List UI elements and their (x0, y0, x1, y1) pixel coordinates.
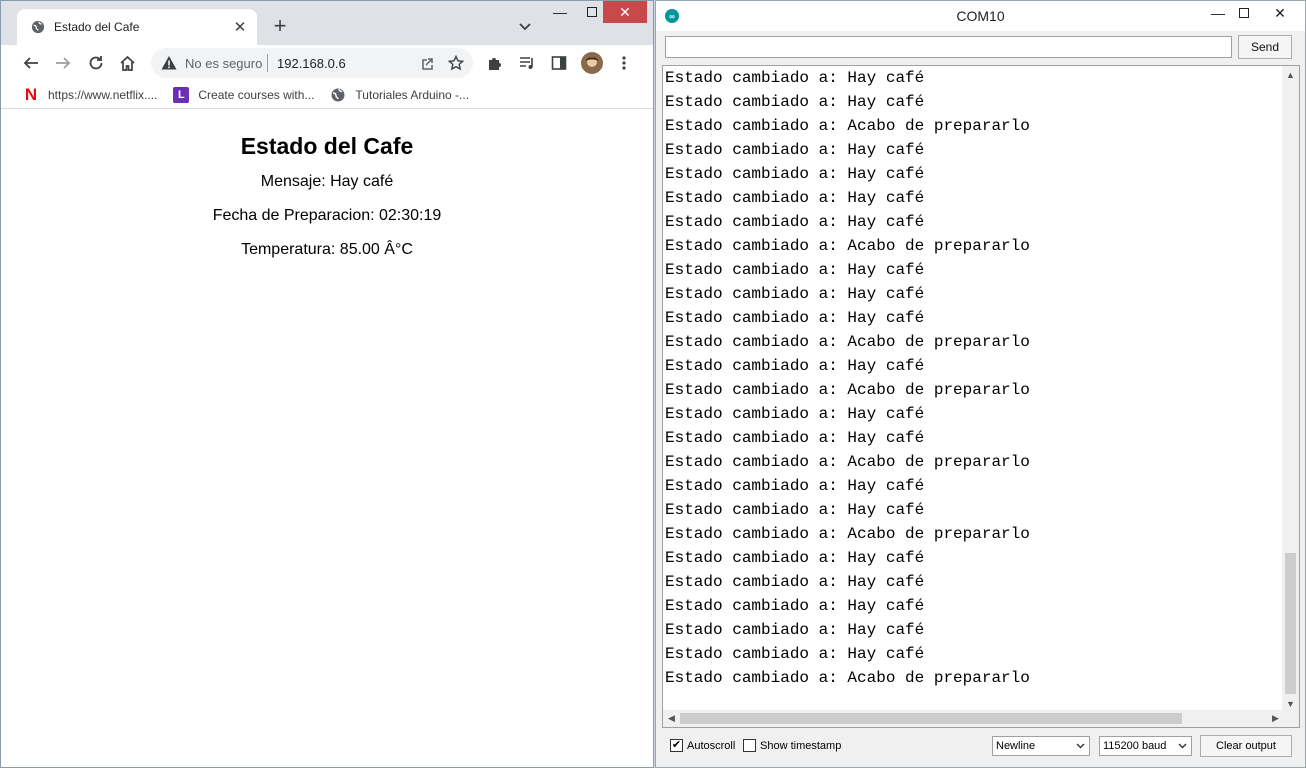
serial-line: Estado cambiado a: Hay café (665, 429, 925, 447)
browser-window: Estado del Cafe ✕ + — ✕ No es seguro 192… (0, 0, 654, 768)
reload-icon[interactable] (84, 51, 108, 75)
line-ending-select[interactable]: Newline (992, 736, 1090, 756)
serial-line: Estado cambiado a: Acabo de prepararlo (665, 525, 1030, 543)
serial-line: Estado cambiado a: Acabo de prepararlo (665, 333, 1030, 351)
chevron-down-icon (1177, 740, 1187, 752)
url-text[interactable]: 192.168.0.6 (277, 56, 417, 71)
serial-line: Estado cambiado a: Hay café (665, 405, 925, 423)
baud-rate-value: 115200 baud (1103, 740, 1167, 752)
scroll-left-arrow-icon[interactable]: ◀ (663, 710, 680, 727)
autoscroll-label: Autoscroll (687, 739, 736, 752)
tab-search-chevron-icon[interactable] (513, 15, 537, 39)
media-queue-icon[interactable] (515, 51, 539, 75)
serial-output-lines: Estado cambiado a: Hay café Estado cambia… (665, 66, 1030, 690)
serial-line: Estado cambiado a: Acabo de prepararlo (665, 381, 1030, 399)
serial-line: Estado cambiado a: Hay café (665, 549, 925, 567)
send-button[interactable]: Send (1238, 35, 1292, 59)
serial-line: Estado cambiado a: Hay café (665, 309, 925, 327)
checkbox-box[interactable]: ✔ (670, 739, 683, 752)
serial-line: Estado cambiado a: Acabo de prepararlo (665, 117, 1030, 135)
globe-icon (31, 20, 45, 34)
bookmark-star-icon[interactable] (445, 52, 467, 74)
tab-close-icon[interactable]: ✕ (229, 16, 251, 38)
side-panel-icon[interactable] (547, 51, 571, 75)
serial-line: Estado cambiado a: Hay café (665, 597, 925, 615)
serial-monitor-window: ∞ COM10 — ✕ Send Estado cambiado a: Hay … (655, 0, 1306, 768)
baud-rate-select[interactable]: 115200 baud (1099, 736, 1192, 756)
page-content: Estado del Cafe Mensaje: Hay café Fecha … (1, 110, 653, 767)
serial-line: Estado cambiado a: Hay café (665, 645, 925, 663)
send-bar: Send (656, 31, 1305, 65)
new-tab-button[interactable]: + (267, 13, 293, 39)
serial-line: Estado cambiado a: Hay café (665, 69, 925, 87)
tab-strip: Estado del Cafe ✕ + — ✕ (1, 1, 653, 45)
show-timestamp-label: Show timestamp (760, 739, 842, 752)
temperature-text: Temperatura: 85.00 Â°C (241, 241, 413, 258)
serial-line: Estado cambiado a: Hay café (665, 93, 925, 111)
scrollbar-corner (1282, 710, 1299, 727)
serial-line: Estado cambiado a: Hay café (665, 213, 925, 231)
serial-line: Estado cambiado a: Acabo de prepararlo (665, 237, 1030, 255)
bookmark-label: Tutoriales Arduino -... (355, 87, 470, 102)
preparation-date-text: Fecha de Preparacion: 02:30:19 (212, 207, 442, 224)
bookmarks-bar: N https://www.netflix.... L Create cours… (1, 81, 653, 109)
address-bar[interactable]: No es seguro 192.168.0.6 (151, 48, 473, 78)
chevron-down-icon (1075, 740, 1085, 752)
vertical-scrollbar[interactable]: ▲ ▼ (1282, 66, 1299, 712)
serial-line: Estado cambiado a: Hay café (665, 357, 925, 375)
profile-avatar[interactable] (580, 51, 604, 75)
show-timestamp-checkbox[interactable]: Show timestamp (743, 739, 841, 752)
line-ending-value: Newline (996, 740, 1036, 752)
serial-footer: ✔ Autoscroll Show timestamp Newline 1152… (656, 729, 1305, 767)
back-arrow-icon[interactable] (19, 51, 43, 75)
serial-line: Estado cambiado a: Hay café (665, 477, 925, 495)
browser-tab[interactable]: Estado del Cafe ✕ (17, 9, 257, 45)
extensions-puzzle-icon[interactable] (483, 51, 507, 75)
serial-line: Estado cambiado a: Hay café (665, 501, 925, 519)
serial-send-input[interactable] (665, 36, 1232, 58)
serial-line: Estado cambiado a: Acabo de prepararlo (665, 453, 1030, 471)
maximize-button[interactable] (1230, 1, 1258, 25)
page-title: Estado del Cafe (240, 133, 414, 159)
forward-arrow-icon[interactable] (51, 51, 75, 75)
serial-line: Estado cambiado a: Hay café (665, 621, 925, 639)
horizontal-scrollbar[interactable]: ◀ ▶ (663, 710, 1284, 727)
serial-line: Estado cambiado a: Hay café (665, 165, 925, 183)
address-divider (267, 54, 268, 72)
bookmark-netflix[interactable]: N https://www.netflix.... (23, 84, 158, 104)
bookmark-tutoriales-arduino[interactable]: Tutoriales Arduino -... (330, 87, 469, 103)
serial-line: Estado cambiado a: Hay café (665, 573, 925, 591)
scroll-up-arrow-icon[interactable]: ▲ (1282, 66, 1299, 83)
clear-output-button[interactable]: Clear output (1200, 735, 1292, 757)
serial-titlebar: ∞ COM10 — ✕ (656, 1, 1305, 31)
message-text: Mensaje: Hay café (260, 173, 394, 190)
browser-toolbar: No es seguro 192.168.0.6 (1, 45, 653, 81)
netflix-icon: N (24, 84, 38, 104)
bookmark-create-courses[interactable]: L Create courses with... (173, 86, 315, 103)
horizontal-scroll-thumb[interactable] (680, 713, 1182, 724)
warning-triangle-icon (161, 56, 177, 70)
bookmark-label: https://www.netflix.... (48, 87, 158, 102)
share-icon[interactable] (417, 52, 439, 74)
serial-line: Estado cambiado a: Hay café (665, 141, 925, 159)
serial-line: Estado cambiado a: Hay café (665, 189, 925, 207)
autoscroll-checkbox[interactable]: ✔ Autoscroll (670, 739, 735, 752)
tab-title: Estado del Cafe (54, 20, 140, 34)
more-menu-icon[interactable] (612, 51, 636, 75)
minimize-button[interactable]: — (1204, 1, 1232, 25)
serial-line: Estado cambiado a: Acabo de prepararlo (665, 669, 1030, 687)
close-window-button[interactable]: ✕ (603, 1, 647, 23)
security-status-label[interactable]: No es seguro (185, 56, 263, 71)
vertical-scroll-thumb[interactable] (1285, 553, 1296, 694)
l-letter-icon: L (173, 86, 190, 103)
checkbox-box[interactable] (743, 739, 756, 752)
serial-line: Estado cambiado a: Hay café (665, 261, 925, 279)
bookmark-label: Create courses with... (198, 87, 315, 102)
serial-line: Estado cambiado a: Hay café (665, 285, 925, 303)
home-icon[interactable] (115, 51, 139, 75)
globe-icon (331, 88, 345, 101)
serial-output-area[interactable]: Estado cambiado a: Hay café Estado cambia… (662, 65, 1300, 728)
close-window-button[interactable]: ✕ (1258, 1, 1302, 25)
minimize-button[interactable]: — (545, 1, 575, 23)
